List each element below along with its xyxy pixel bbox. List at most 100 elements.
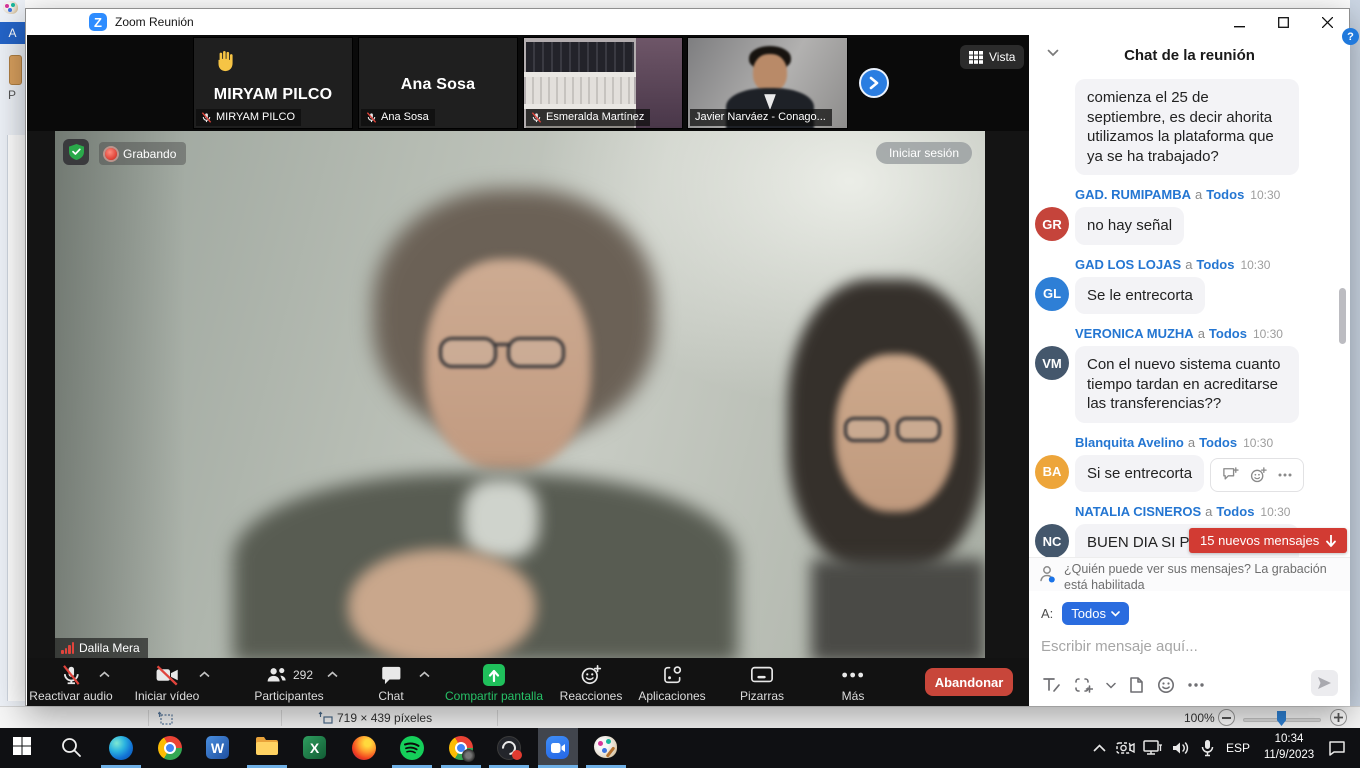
apps-button[interactable]: Aplicaciones [638,663,705,703]
chat-options-chevron[interactable] [419,671,430,678]
next-participants-button[interactable] [859,68,889,98]
video-tile-miryam[interactable]: MIRYAM PILCO MIRYAM PILCO [193,37,353,129]
tile-name-label: Esmeralda Martínez [526,109,650,126]
clock[interactable]: 10:34 11/9/2023 [1258,732,1320,763]
zoom-taskbar-icon[interactable] [546,736,570,760]
help-button[interactable]: ? [1342,28,1359,45]
message-header: Blanquita Avelino a Todos 10:30 [1075,435,1340,450]
tray-network-icon[interactable] [1140,728,1166,768]
new-messages-button[interactable]: 15 nuevos mensajes [1189,528,1347,553]
paint-palette-icon [3,1,18,14]
zoom-out-button[interactable] [1218,709,1235,726]
window-title: Zoom Reunión [115,15,194,29]
glasses [439,337,581,373]
spotify-icon[interactable] [400,736,424,760]
screenshot-icon[interactable] [1074,677,1093,694]
paint-paste-icon[interactable] [9,55,22,85]
screen: { "window": { "title": "Zoom Reunión" },… [0,0,1360,768]
reactions-button[interactable]: Reacciones [560,663,623,703]
file-explorer-icon[interactable] [255,736,279,760]
participants-options-chevron[interactable] [327,671,338,678]
maximize-button[interactable] [1261,9,1305,35]
unmute-button[interactable]: Reactivar audio [29,663,112,703]
tile-name-label: Javier Narváez - Conago... [690,109,832,126]
recording-indicator: Grabando [99,142,186,165]
muted-mic-icon [366,112,377,123]
video-tile-esmeralda[interactable]: Esmeralda Martínez [523,37,683,129]
send-button[interactable] [1311,670,1338,696]
message-actions [1210,458,1304,492]
speaker-name-label: Dalila Mera [55,638,148,659]
tray-volume-icon[interactable] [1168,728,1194,768]
zoom-slider-thumb[interactable] [1277,711,1286,726]
add-reaction-icon[interactable] [1250,467,1267,483]
chat-message-list[interactable]: comienza el 25 de septiembre, es decir a… [1029,75,1350,557]
reactions-icon [579,664,602,686]
chevron-down-icon [1111,611,1120,617]
avatar: VM [1035,346,1069,380]
date: 11/9/2023 [1258,748,1320,764]
search-icon[interactable] [60,736,84,760]
language-indicator[interactable]: ESP [1222,728,1254,768]
privacy-person-icon [1039,565,1056,584]
notification-center-icon[interactable] [1322,728,1352,768]
divider [497,710,498,726]
start-button[interactable] [12,736,36,760]
obs-icon[interactable] [497,736,521,760]
paint-file-tab[interactable]: A [0,22,25,44]
to-label: A: [1041,606,1053,621]
main-speaker-video[interactable]: Grabando Iniciar sesión Dalila Mera [55,131,985,659]
message-header: VERONICA MUZHA a Todos 10:30 [1075,326,1340,341]
video-options-chevron[interactable] [199,671,210,678]
whiteboards-button[interactable]: Pizarras [740,663,784,703]
recording-dot-icon [105,148,117,160]
format-text-icon[interactable] [1042,676,1061,694]
word-icon[interactable]: W [206,736,230,760]
compose-more-icon[interactable] [1188,683,1204,687]
collapse-chat-chevron[interactable] [1047,49,1059,57]
tray-expand-chevron[interactable] [1088,728,1110,768]
firefox-icon[interactable] [352,736,376,760]
zoom-in-button[interactable] [1330,709,1347,726]
chat-message: no hay señal [1075,207,1184,245]
start-video-button[interactable]: Iniciar vídeo [135,663,200,703]
security-shield-icon[interactable] [63,139,89,165]
attach-file-icon[interactable] [1129,676,1144,694]
image-size-text: 719 × 439 píxeles [337,711,432,725]
participants-button[interactable]: 292 Participantes [254,663,323,703]
video-tile-ana[interactable]: Ana Sosa Ana Sosa [358,37,518,129]
recipient-selector[interactable]: Todos [1062,602,1129,625]
whiteboard-icon [750,664,774,686]
chat-scrollbar[interactable] [1339,288,1346,344]
message-input[interactable]: Escribir mensaje aquí... [1041,638,1338,655]
share-screen-button[interactable]: Compartir pantalla [445,663,543,703]
video-tile-javier[interactable]: Javier Narváez - Conago... [687,37,848,129]
zoom-app-icon: Z [89,13,107,31]
chrome-icon[interactable] [158,736,182,760]
minimize-button[interactable] [1217,9,1261,35]
message-more-icon[interactable] [1278,473,1292,477]
emoji-icon[interactable] [1157,676,1175,694]
sign-in-button[interactable]: Iniciar sesión [876,142,972,164]
tile-name-label: Ana Sosa [361,109,435,126]
tray-mic-icon[interactable] [1195,728,1219,768]
excel-icon[interactable]: X [303,736,327,760]
leave-meeting-button[interactable]: Abandonar [925,668,1013,696]
chat-compose-area: A: Todos Escribir mensaje aquí... [1029,591,1350,706]
reply-icon[interactable] [1222,467,1239,482]
zoom-level-text: 100% [1184,711,1215,725]
title-bar[interactable]: Z Zoom Reunión [26,9,1349,35]
capture-options-chevron[interactable] [1106,682,1116,689]
view-button[interactable]: Vista [960,45,1024,69]
edge-icon[interactable] [109,736,133,760]
share-screen-icon [483,664,505,686]
paint3d-icon[interactable] [594,736,618,760]
chrome-profile-icon[interactable] [449,736,473,760]
audio-options-chevron[interactable] [99,671,110,678]
chat-button[interactable]: Chat [378,663,403,703]
signal-bars-icon [61,642,74,654]
more-button[interactable]: Más [842,663,865,703]
tray-camera-icon[interactable] [1112,728,1138,768]
muted-mic-icon [531,112,542,123]
time: 10:34 [1258,732,1320,748]
